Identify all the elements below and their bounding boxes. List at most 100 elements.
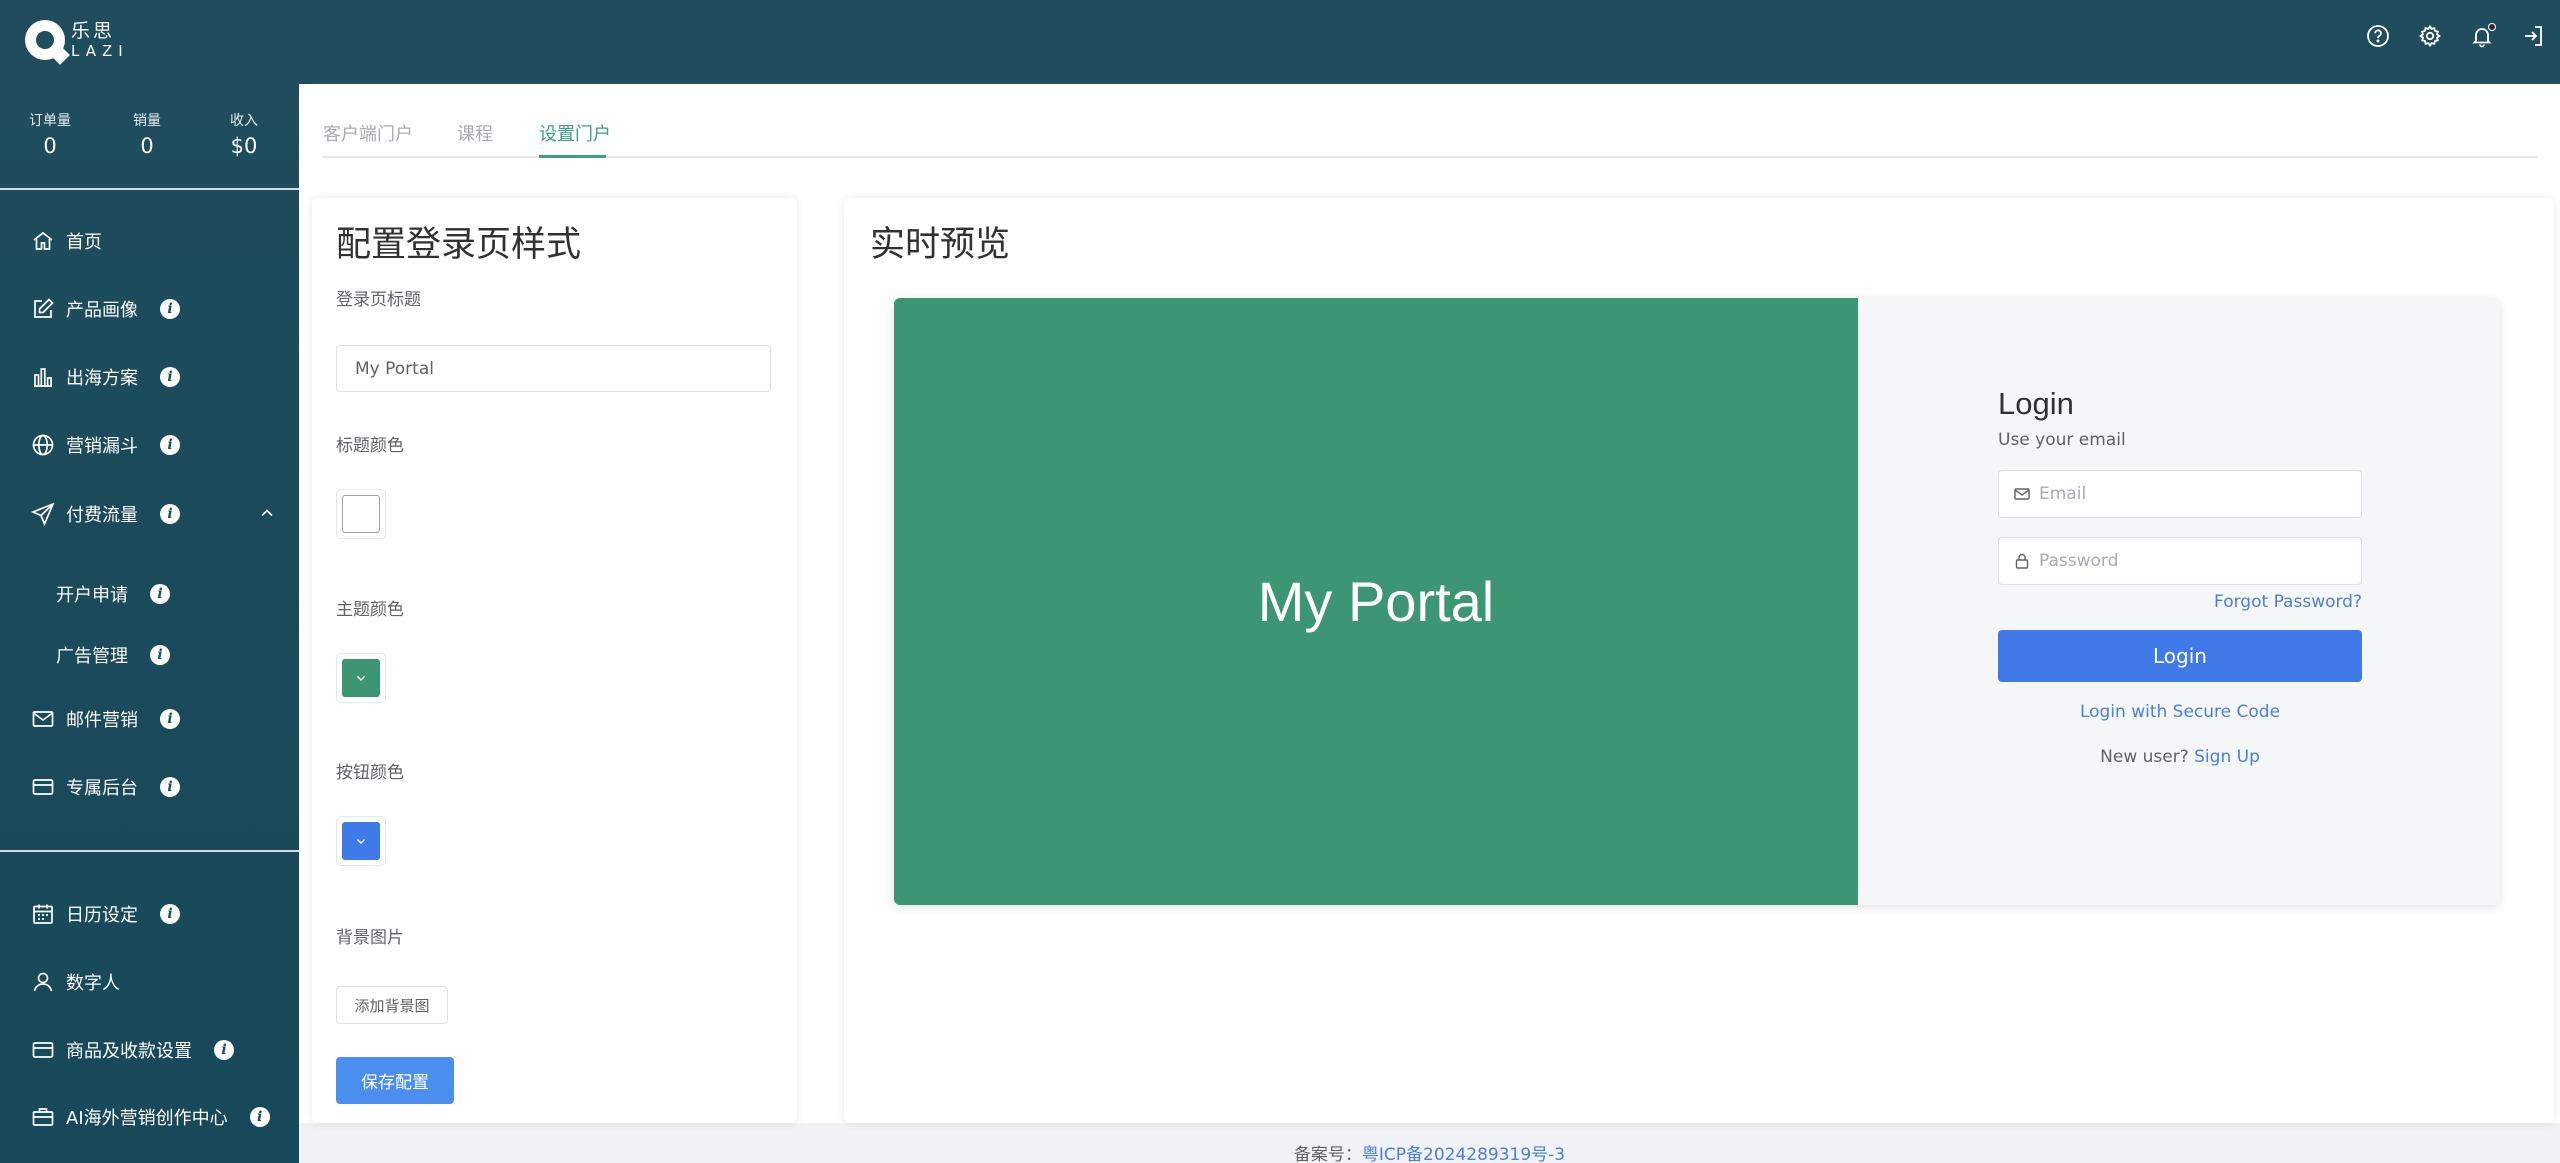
icp-link[interactable]: 粤ICP备2024289319号-3	[1362, 1145, 1565, 1163]
save-config-button[interactable]: 保存配置	[336, 1057, 454, 1104]
preview-hero: My Portal	[894, 298, 1858, 905]
brand-name-en: LAZI	[71, 41, 129, 60]
sidebar-item-account-application[interactable]: 开户申请 i	[0, 569, 299, 619]
info-icon[interactable]: i	[160, 367, 180, 387]
info-icon[interactable]: i	[214, 1040, 234, 1060]
sidebar-item-digital-human[interactable]: 数字人	[0, 957, 299, 1007]
button-color-picker[interactable]	[336, 816, 386, 866]
button-color-swatch	[342, 822, 380, 860]
logo-mark-icon	[25, 20, 65, 60]
mail-icon	[30, 706, 56, 732]
top-bar: 乐思 LAZI	[0, 0, 2560, 84]
email-input[interactable]	[2039, 484, 2339, 504]
password-input[interactable]	[2039, 551, 2339, 571]
forgot-password-link[interactable]: Forgot Password?	[2214, 592, 2362, 612]
info-icon[interactable]: i	[160, 435, 180, 455]
secure-code-link[interactable]: Login with Secure Code	[1998, 702, 2362, 722]
info-icon[interactable]: i	[150, 584, 170, 604]
login-heading: Login	[1998, 386, 2074, 421]
chevron-up-icon[interactable]	[259, 505, 275, 521]
tab-client-portal[interactable]: 客户端门户	[323, 120, 413, 146]
sidebar-item-label: 产品画像	[66, 300, 138, 321]
sidebar-item-product-payment-settings[interactable]: 商品及收款设置 i	[0, 1025, 299, 1075]
add-background-button[interactable]: 添加背景图	[336, 986, 448, 1024]
card-icon	[30, 1037, 56, 1063]
footer: 备案号：粤ICP备2024289319号-3	[299, 1140, 2560, 1163]
sidebar-item-label: 专属后台	[66, 778, 138, 799]
sidebar-item-label: 数字人	[66, 973, 120, 994]
sidebar-item-label: 营销漏斗	[66, 436, 138, 457]
tab-courses[interactable]: 课程	[457, 120, 493, 146]
theme-color-swatch	[342, 659, 380, 697]
chevron-down-icon	[357, 839, 365, 844]
tab-portal-settings[interactable]: 设置门户	[539, 120, 611, 146]
info-icon[interactable]: i	[150, 645, 170, 665]
sidebar-divider	[0, 188, 299, 190]
password-field[interactable]	[1998, 537, 2362, 585]
sidebar: 订单量 0 销量 0 收入 $0 首页 产品画像 i 出海方案 i 营销漏斗 i…	[0, 84, 299, 1163]
info-icon[interactable]: i	[249, 1107, 270, 1127]
sidebar-item-label: 付费流量	[66, 505, 138, 526]
sidebar-stats: 订单量 0 销量 0 收入 $0	[0, 110, 299, 158]
sign-up-link[interactable]: Sign Up	[2194, 747, 2260, 767]
info-icon[interactable]: i	[160, 504, 180, 524]
sidebar-item-dedicated-backend[interactable]: 专属后台 i	[0, 762, 299, 812]
sidebar-item-label: 邮件营销	[66, 710, 138, 731]
notification-dot	[2488, 23, 2496, 31]
sidebar-divider	[0, 850, 299, 852]
sidebar-item-label: AI海外营销创作中心	[66, 1108, 228, 1129]
info-icon[interactable]: i	[160, 904, 180, 924]
sidebar-item-paid-traffic[interactable]: 付费流量 i	[0, 489, 299, 539]
sidebar-item-home[interactable]: 首页	[0, 216, 299, 266]
stat-revenue: 收入 $0	[230, 113, 258, 158]
globe-icon	[30, 432, 56, 458]
signup-line: New user? Sign Up	[1998, 747, 2362, 767]
title-color-picker[interactable]	[336, 489, 386, 539]
bar-chart-icon	[30, 364, 56, 390]
preview-panel: 实时预览 My Portal Login Use your email Forg…	[844, 198, 2554, 1123]
lock-icon	[2015, 553, 2029, 569]
theme-color-label: 主题颜色	[336, 600, 404, 620]
brand-name-cn: 乐思	[71, 19, 116, 42]
sidebar-item-label: 日历设定	[66, 905, 138, 926]
sidebar-item-marketing-funnel[interactable]: 营销漏斗 i	[0, 420, 299, 470]
login-title-label: 登录页标题	[336, 290, 421, 310]
sidebar-item-calendar[interactable]: 日历设定 i	[0, 889, 299, 939]
sidebar-item-product-profile[interactable]: 产品画像 i	[0, 284, 299, 334]
info-icon[interactable]: i	[160, 709, 180, 729]
sidebar-item-label: 开户申请	[56, 585, 128, 606]
bell-icon[interactable]	[2456, 10, 2508, 62]
info-icon[interactable]: i	[160, 299, 180, 319]
preview-hero-title: My Portal	[1257, 570, 1495, 633]
sidebar-item-ai-creation-center[interactable]: AI海外营销创作中心 i	[0, 1092, 299, 1142]
sidebar-item-email-marketing[interactable]: 邮件营销 i	[0, 694, 299, 744]
active-tab-indicator	[539, 155, 606, 158]
bg-image-label: 背景图片	[336, 928, 404, 948]
sidebar-item-label: 首页	[66, 232, 102, 253]
sidebar-item-label: 广告管理	[56, 646, 128, 667]
sidebar-item-overseas-plan[interactable]: 出海方案 i	[0, 352, 299, 402]
login-button[interactable]: Login	[1998, 630, 2362, 682]
sidebar-item-label: 出海方案	[66, 368, 138, 389]
new-user-text: New user?	[2100, 747, 2189, 767]
card-icon	[30, 774, 56, 800]
tab-bar: 客户端门户 课程 设置门户	[323, 120, 2537, 158]
login-title-input[interactable]	[336, 345, 771, 392]
help-icon[interactable]	[2352, 10, 2404, 62]
logout-icon[interactable]	[2508, 10, 2560, 62]
footer-label: 备案号：	[1293, 1145, 1362, 1163]
brand-logo[interactable]: 乐思 LAZI	[25, 18, 129, 62]
sidebar-item-ad-management[interactable]: 广告管理 i	[0, 630, 299, 680]
preview-login-form: Login Use your email Forgot Password? Lo…	[1998, 386, 2362, 767]
info-icon[interactable]: i	[160, 777, 180, 797]
send-icon	[30, 501, 56, 527]
theme-color-picker[interactable]	[336, 653, 386, 703]
home-icon	[30, 228, 56, 254]
title-color-label: 标题颜色	[336, 436, 404, 456]
title-color-swatch	[342, 495, 380, 533]
email-field[interactable]	[1998, 470, 2362, 518]
login-preview: My Portal Login Use your email Forgot Pa…	[894, 298, 2500, 905]
login-subheading: Use your email	[1998, 430, 2126, 450]
preview-panel-title: 实时预览	[870, 225, 1011, 265]
settings-icon[interactable]	[2404, 10, 2456, 62]
